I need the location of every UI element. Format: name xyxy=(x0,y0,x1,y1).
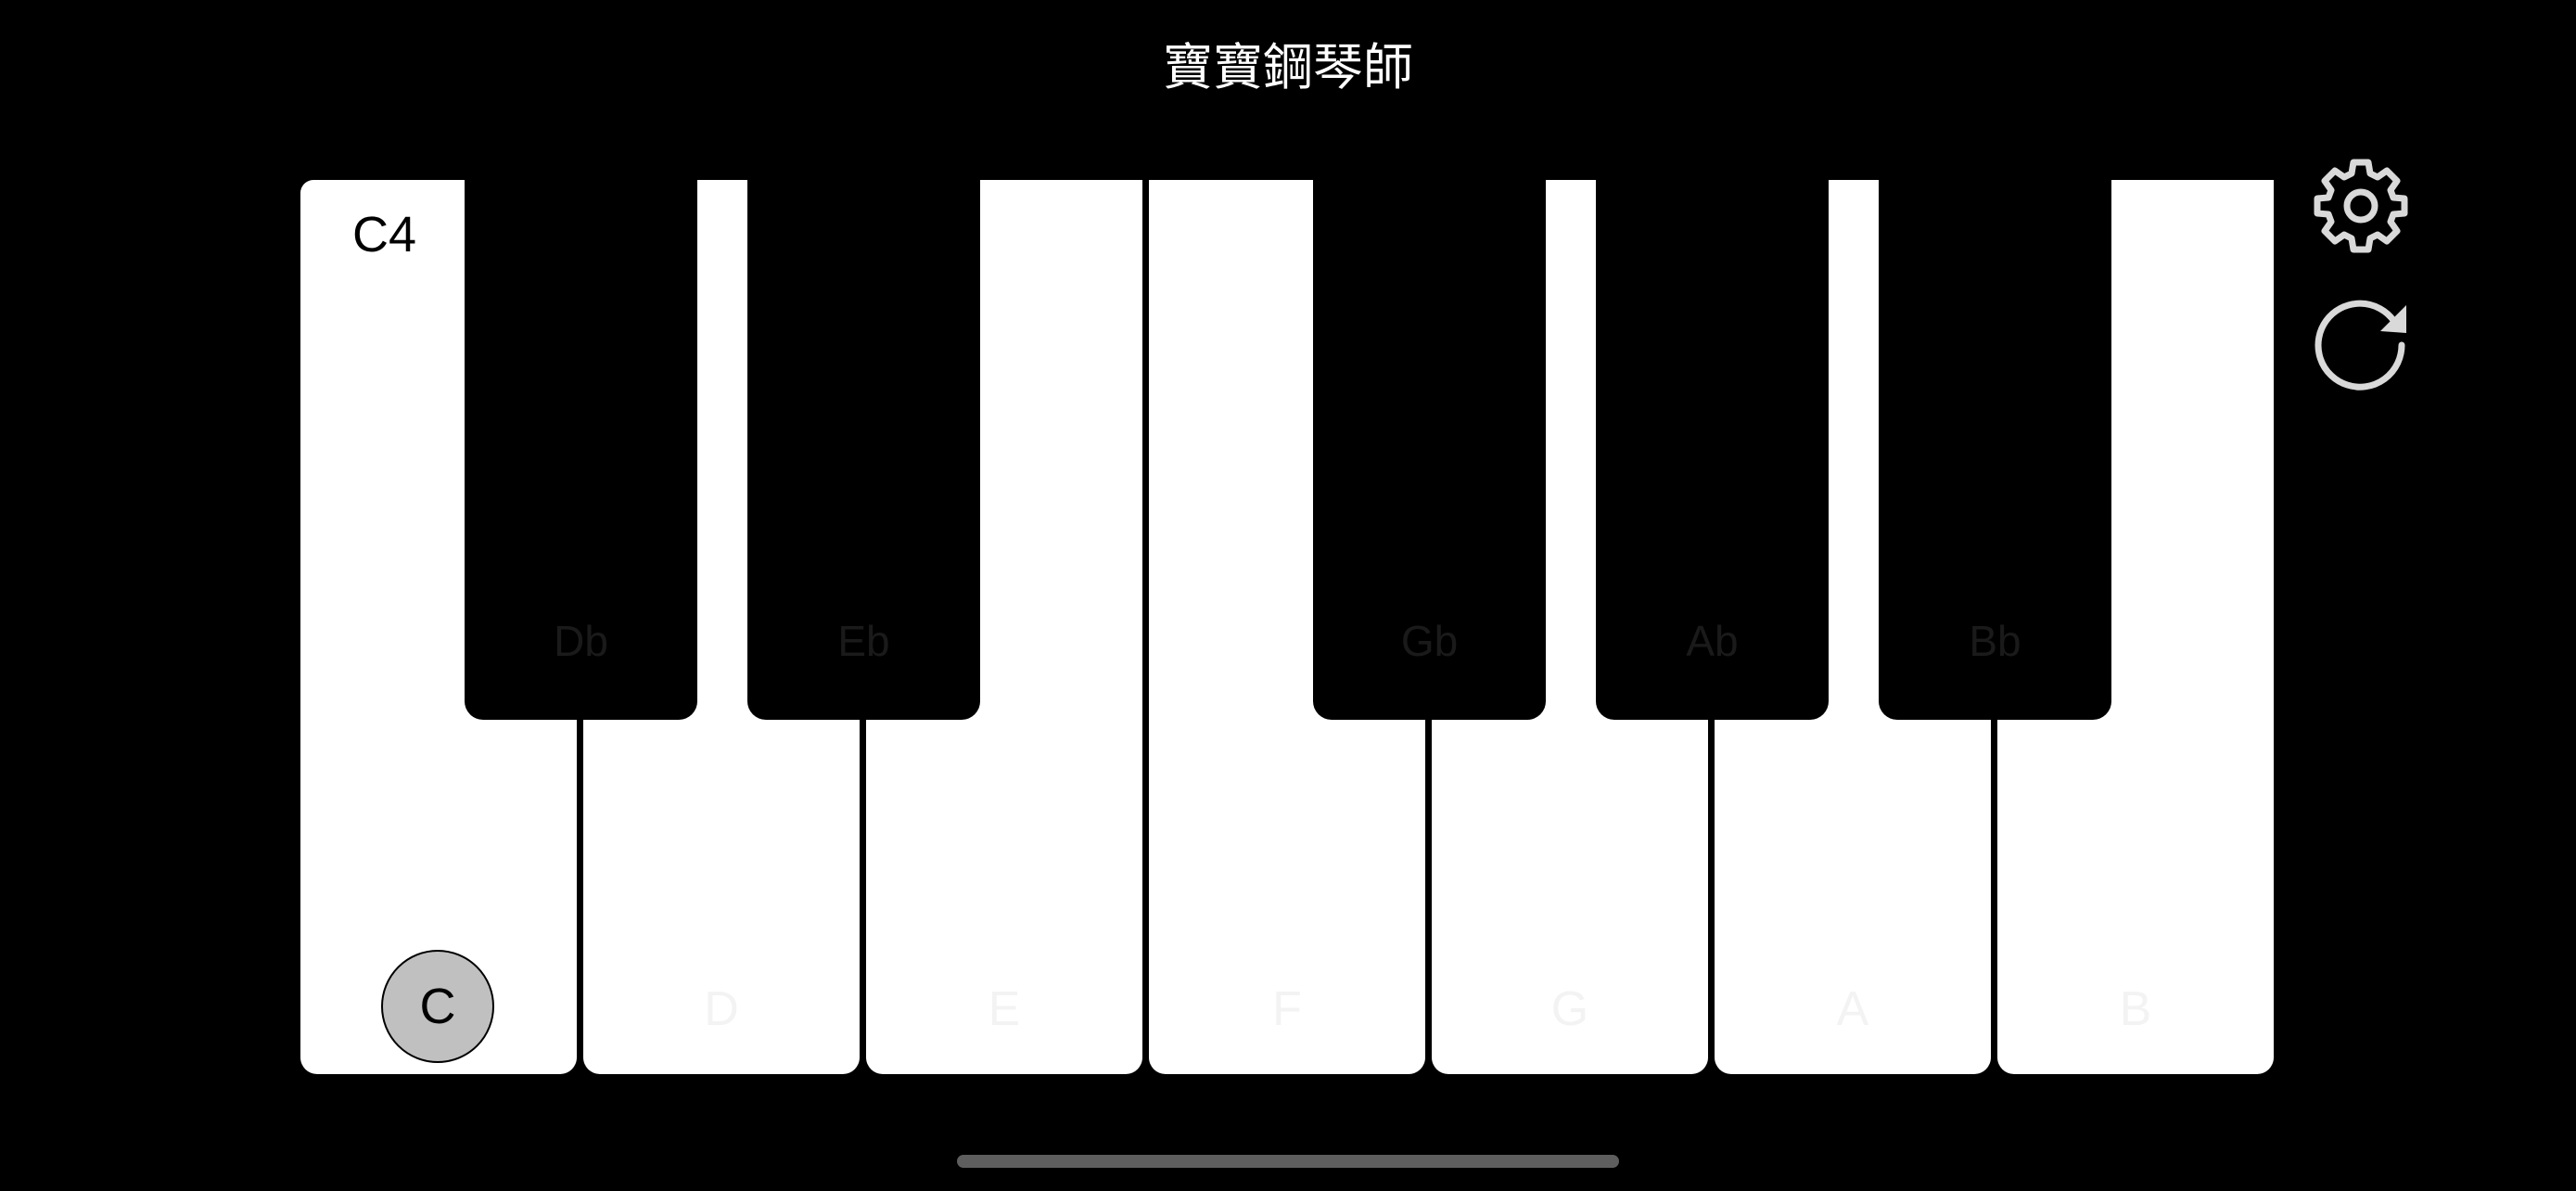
octave-label: C4 xyxy=(352,207,417,263)
reload-button[interactable] xyxy=(2311,295,2411,395)
note-label-eb: Eb xyxy=(837,617,890,665)
black-key-db[interactable]: Db xyxy=(465,180,697,720)
black-key-gb[interactable]: Gb xyxy=(1313,180,1546,720)
note-label-f: F xyxy=(1272,982,1302,1036)
black-key-eb[interactable]: Eb xyxy=(747,180,980,720)
note-label-b: B xyxy=(2119,982,2152,1036)
note-label-g: G xyxy=(1550,982,1589,1036)
reload-icon xyxy=(2315,300,2406,391)
note-label-e: E xyxy=(988,982,1021,1036)
black-key-ab[interactable]: Ab xyxy=(1596,180,1829,720)
active-note-marker: C xyxy=(381,950,494,1063)
settings-button[interactable] xyxy=(2311,156,2411,256)
black-key-bb[interactable]: Bb xyxy=(1879,180,2111,720)
note-label-gb: Gb xyxy=(1400,617,1459,665)
note-label-d: D xyxy=(704,982,739,1036)
piano-keyboard: C D E F G A B Db Eb Gb Ab Bb C4 C xyxy=(0,0,2576,1191)
home-indicator[interactable] xyxy=(957,1155,1619,1168)
note-label-ab: Ab xyxy=(1686,617,1739,665)
note-label-a: A xyxy=(1836,982,1869,1036)
note-label-db: Db xyxy=(554,617,608,665)
gear-icon xyxy=(2314,159,2408,253)
note-label-bb: Bb xyxy=(1969,617,2021,665)
